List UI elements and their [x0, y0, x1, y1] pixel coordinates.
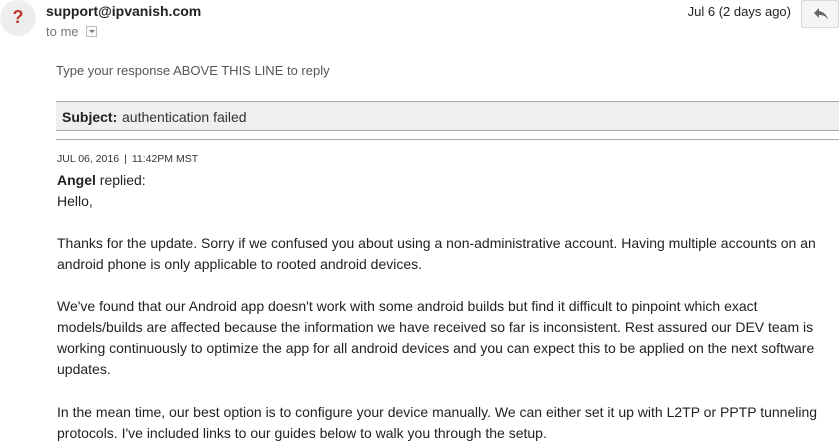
body-paragraph-1: Thanks for the update. Sorry if we confu… [57, 235, 816, 272]
reply-button[interactable] [801, 0, 839, 28]
body-paragraph-3: In the mean time, our best option is to … [57, 404, 818, 441]
timestamp-date: JUL 06, 2016 [57, 153, 120, 165]
message-date: Jul 6 (2 days ago) [687, 4, 791, 19]
timestamp-separator: | [124, 153, 127, 165]
timestamp-time: 11:42PM MST [131, 153, 199, 165]
replied-text: replied: [99, 172, 146, 188]
unknown-sender-icon: ? [12, 7, 24, 27]
sender-avatar[interactable]: ? [0, 0, 36, 36]
reply-arrow-icon [814, 8, 828, 20]
reply-author-line: Angel replied: [57, 172, 146, 188]
chevron-down-icon[interactable] [86, 26, 98, 37]
subject-value: authentication failed [122, 109, 247, 125]
body-paragraph-2: We've found that our Android app doesn't… [57, 298, 815, 377]
response-hint: Type your response ABOVE THIS LINE to re… [56, 63, 330, 78]
subject-label: Subject: [62, 109, 118, 125]
recipient-label: to me [46, 24, 79, 39]
recipient-line: to me [46, 24, 98, 39]
divider [56, 139, 839, 140]
subject-box: Subject: authentication failed [56, 101, 839, 131]
greeting: Hello, [57, 193, 93, 209]
reply-timestamp: JUL 06, 2016 | 11:42PM MST [57, 153, 198, 165]
reply-author: Angel [57, 172, 96, 188]
sender-address[interactable]: support@ipvanish.com [46, 3, 201, 19]
